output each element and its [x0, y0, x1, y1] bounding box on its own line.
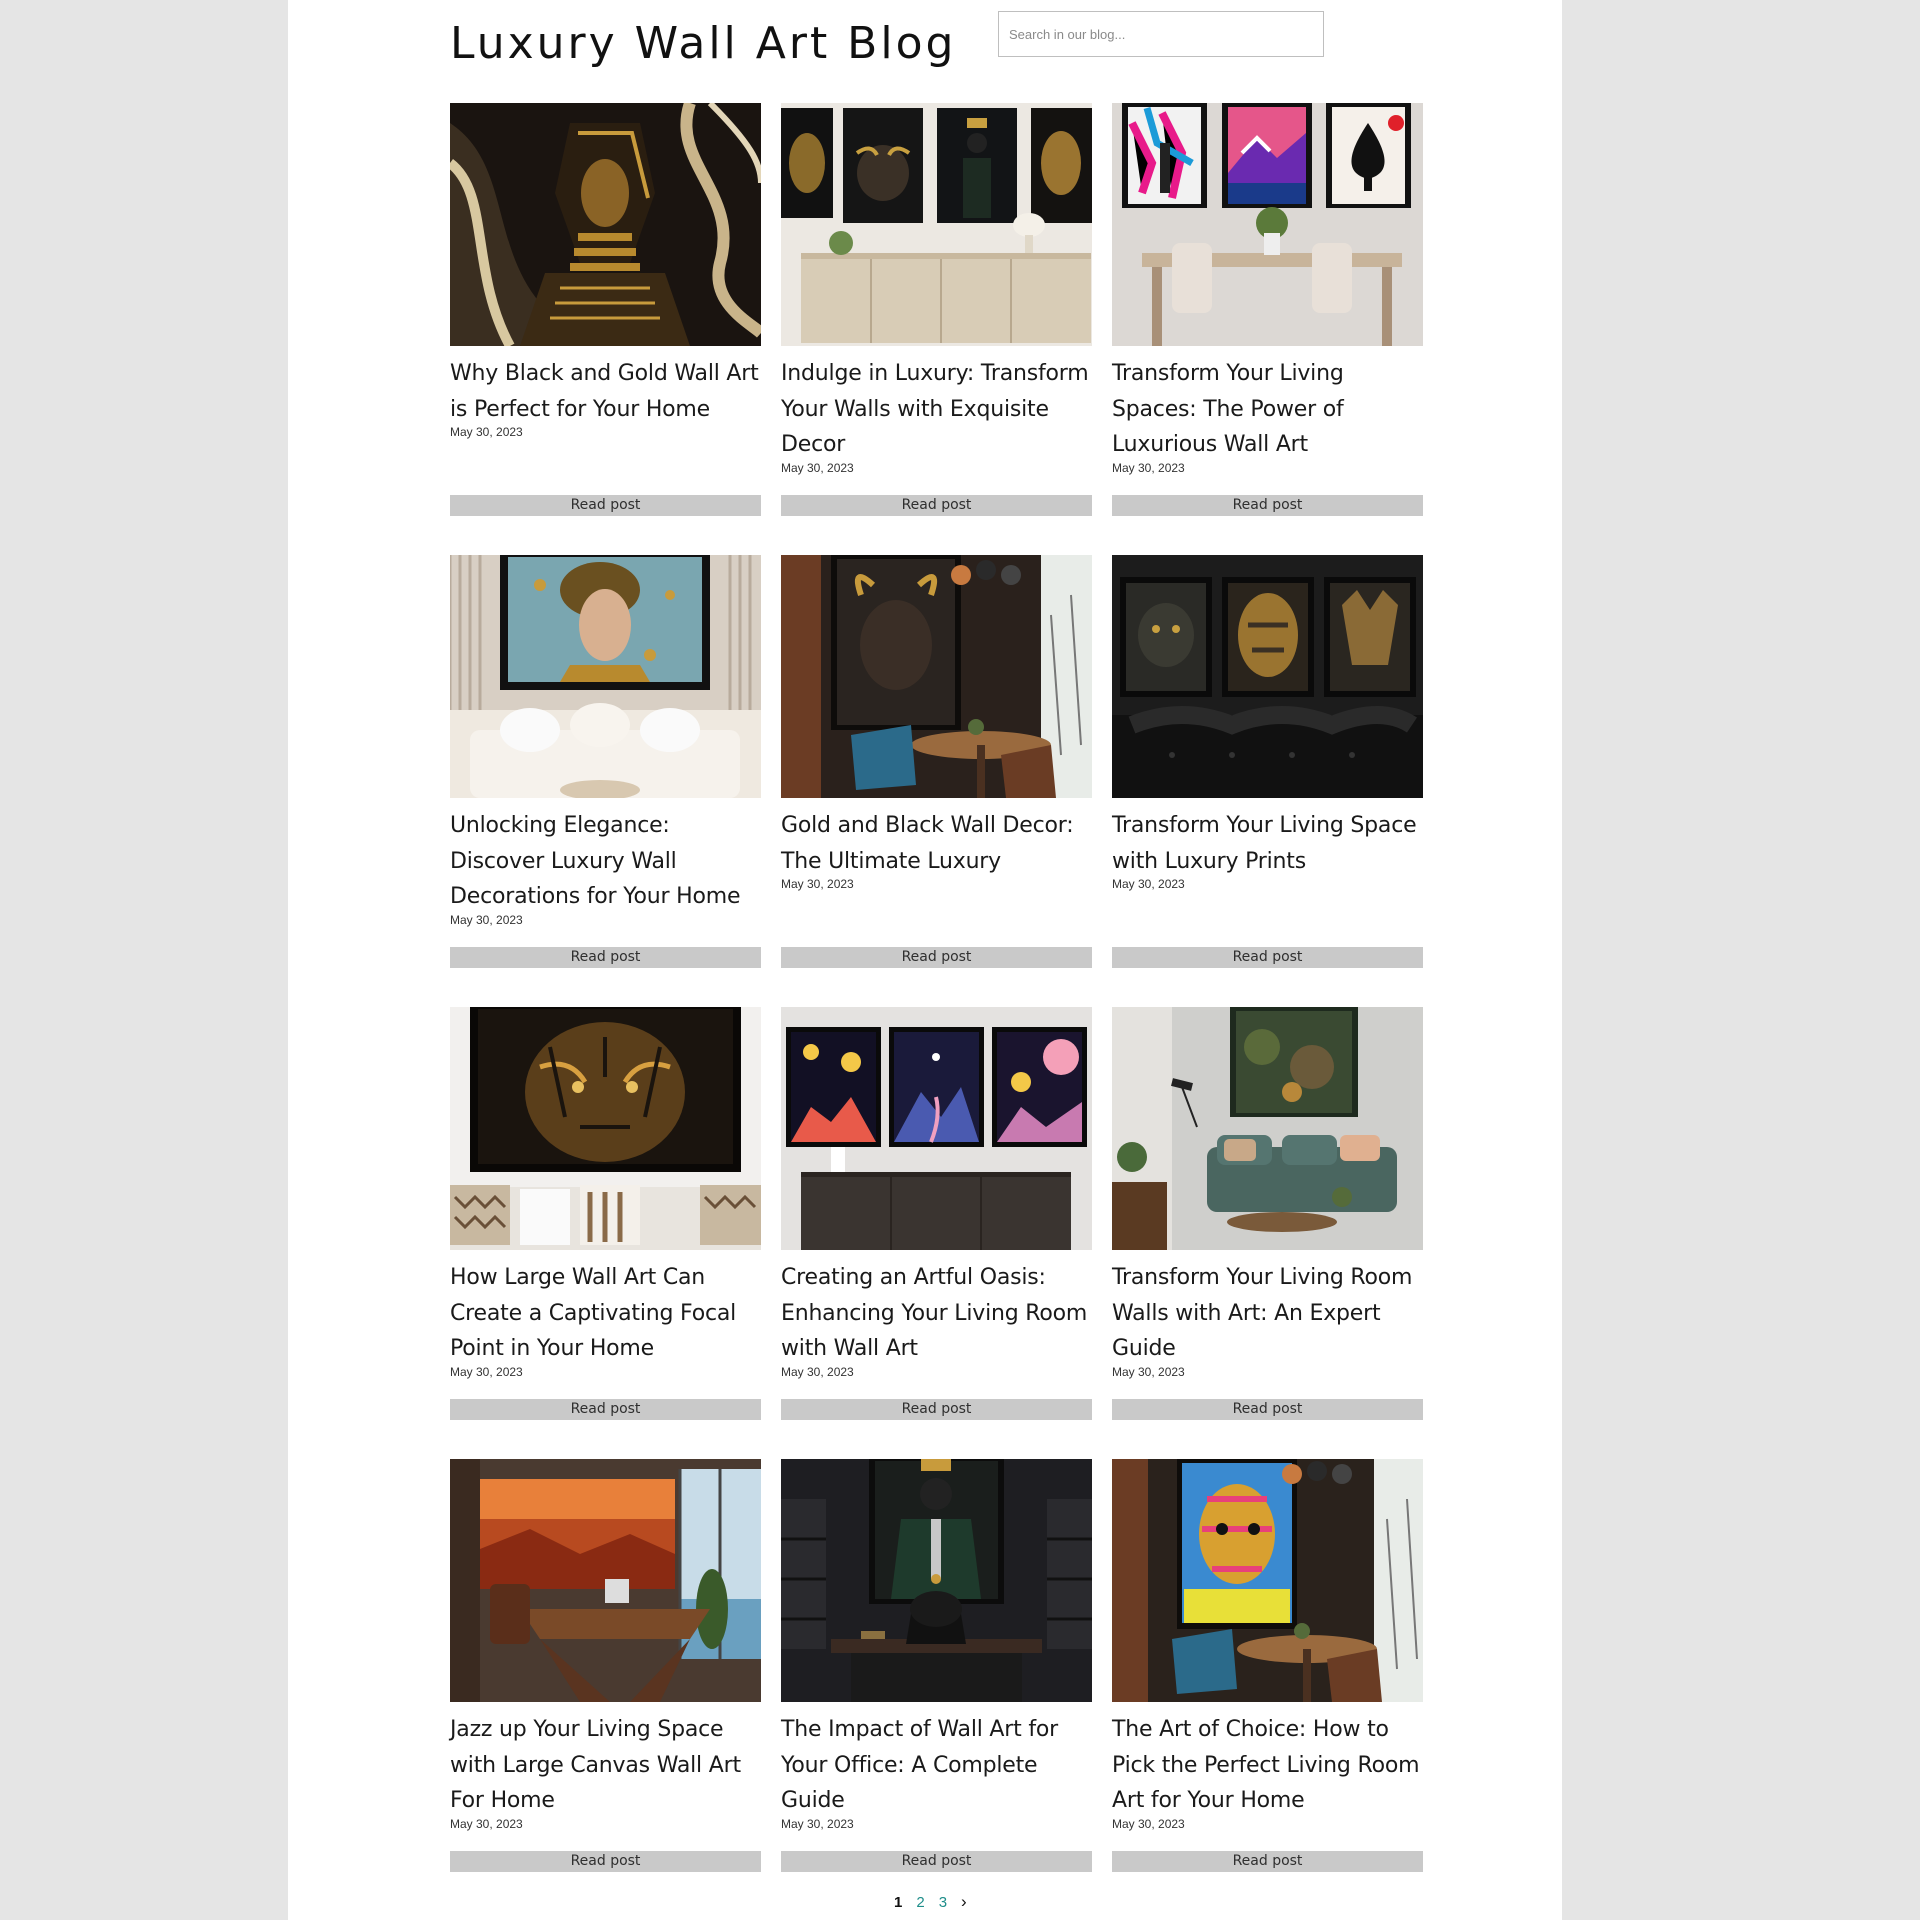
post-thumbnail[interactable] — [781, 1459, 1092, 1702]
read-post-button[interactable]: Read post — [781, 947, 1092, 968]
post-title[interactable]: Transform Your Living Space with Luxury … — [1112, 808, 1423, 879]
post-thumbnail[interactable] — [781, 1007, 1092, 1250]
read-post-button[interactable]: Read post — [1112, 947, 1423, 968]
page-link-2[interactable]: 2 — [916, 1894, 924, 1911]
post-thumbnail[interactable] — [450, 1007, 761, 1250]
post-date: May 30, 2023 — [450, 1364, 523, 1379]
page-container: Luxury Wall Art Blog Search in our blog.… — [288, 0, 1562, 1920]
post-grid: Why Black and Gold Wall Art is Perfect f… — [450, 103, 1424, 1872]
read-post-button[interactable]: Read post — [450, 947, 761, 968]
search-input[interactable] — [998, 11, 1324, 57]
post-title[interactable]: Indulge in Luxury: Transform Your Walls … — [781, 356, 1092, 463]
post-thumbnail[interactable] — [450, 1459, 761, 1702]
post-thumbnail[interactable] — [1112, 555, 1423, 798]
post-date: May 30, 2023 — [1112, 460, 1185, 475]
post-thumbnail[interactable] — [781, 555, 1092, 798]
post-title[interactable]: Creating an Artful Oasis: Enhancing Your… — [781, 1260, 1092, 1367]
post-thumbnail[interactable] — [1112, 1459, 1423, 1702]
read-post-button[interactable]: Read post — [781, 495, 1092, 516]
post-title[interactable]: Transform Your Living Spaces: The Power … — [1112, 356, 1423, 463]
read-post-button[interactable]: Read post — [450, 1399, 761, 1420]
post-date: May 30, 2023 — [450, 425, 523, 439]
post-card: Unlocking Elegance: Discover Luxury Wall… — [450, 555, 761, 968]
site-title[interactable]: Luxury Wall Art Blog — [450, 18, 956, 69]
post-card: The Impact of Wall Art for Your Office: … — [781, 1459, 1092, 1872]
post-card: Transform Your Living Space with Luxury … — [1112, 555, 1423, 968]
pagination: 1 2 3 › — [894, 1892, 967, 1912]
read-post-button[interactable]: Read post — [1112, 1851, 1423, 1872]
post-thumbnail[interactable] — [450, 555, 761, 798]
page-current: 1 — [894, 1893, 903, 1911]
post-thumbnail[interactable] — [1112, 1007, 1423, 1250]
read-post-button[interactable]: Read post — [450, 1851, 761, 1872]
post-date: May 30, 2023 — [450, 1816, 523, 1831]
post-card: Indulge in Luxury: Transform Your Walls … — [781, 103, 1092, 516]
read-post-button[interactable]: Read post — [1112, 1399, 1423, 1420]
post-thumbnail[interactable] — [1112, 103, 1423, 346]
post-card: Transform Your Living Room Walls with Ar… — [1112, 1007, 1423, 1420]
post-card: Creating an Artful Oasis: Enhancing Your… — [781, 1007, 1092, 1420]
post-date: May 30, 2023 — [1112, 1364, 1185, 1379]
post-title[interactable]: How Large Wall Art Can Create a Captivat… — [450, 1260, 761, 1367]
post-title[interactable]: Unlocking Elegance: Discover Luxury Wall… — [450, 808, 761, 915]
read-post-button[interactable]: Read post — [1112, 495, 1423, 516]
page-link-3[interactable]: 3 — [939, 1894, 947, 1911]
post-title[interactable]: The Impact of Wall Art for Your Office: … — [781, 1712, 1092, 1819]
post-date: May 30, 2023 — [781, 460, 854, 475]
post-title[interactable]: Gold and Black Wall Decor: The Ultimate … — [781, 808, 1092, 879]
post-title[interactable]: Jazz up Your Living Space with Large Can… — [450, 1712, 761, 1819]
post-date: May 30, 2023 — [1112, 877, 1185, 891]
read-post-button[interactable]: Read post — [450, 495, 761, 516]
post-date: May 30, 2023 — [781, 877, 854, 891]
post-card: Why Black and Gold Wall Art is Perfect f… — [450, 103, 761, 516]
next-page-icon[interactable]: › — [961, 1892, 967, 1912]
read-post-button[interactable]: Read post — [781, 1851, 1092, 1872]
post-card: The Art of Choice: How to Pick the Perfe… — [1112, 1459, 1423, 1872]
post-date: May 30, 2023 — [1112, 1816, 1185, 1831]
post-thumbnail[interactable] — [781, 103, 1092, 346]
read-post-button[interactable]: Read post — [781, 1399, 1092, 1420]
post-card: Transform Your Living Spaces: The Power … — [1112, 103, 1423, 516]
post-title[interactable]: Why Black and Gold Wall Art is Perfect f… — [450, 356, 761, 427]
post-thumbnail[interactable] — [450, 103, 761, 346]
post-card: How Large Wall Art Can Create a Captivat… — [450, 1007, 761, 1420]
post-card: Gold and Black Wall Decor: The Ultimate … — [781, 555, 1092, 968]
post-date: May 30, 2023 — [450, 912, 523, 927]
post-title[interactable]: The Art of Choice: How to Pick the Perfe… — [1112, 1712, 1423, 1819]
post-card: Jazz up Your Living Space with Large Can… — [450, 1459, 761, 1872]
post-title[interactable]: Transform Your Living Room Walls with Ar… — [1112, 1260, 1423, 1367]
post-date: May 30, 2023 — [781, 1816, 854, 1831]
post-date: May 30, 2023 — [781, 1364, 854, 1379]
